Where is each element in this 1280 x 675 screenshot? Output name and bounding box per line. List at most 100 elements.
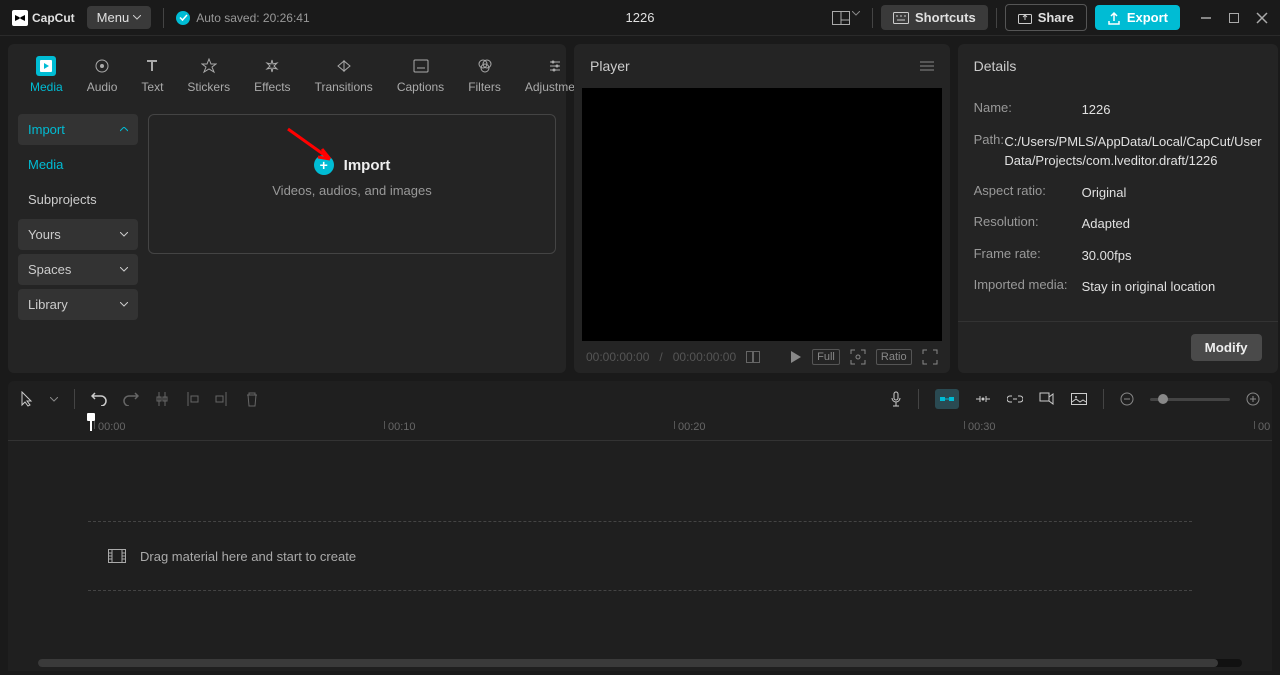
tool-dropdown[interactable] bbox=[50, 397, 58, 402]
zoom-slider-thumb[interactable] bbox=[1158, 394, 1168, 404]
tab-audio[interactable]: Audio bbox=[75, 52, 130, 104]
scale-button[interactable] bbox=[850, 349, 866, 365]
fullscreen-button[interactable] bbox=[922, 349, 938, 365]
full-button[interactable]: Full bbox=[812, 349, 840, 365]
split-icon bbox=[155, 391, 169, 407]
maximize-button[interactable] bbox=[1228, 12, 1240, 24]
tab-transitions[interactable]: Transitions bbox=[303, 52, 385, 104]
modify-button[interactable]: Modify bbox=[1191, 334, 1262, 361]
link-button[interactable] bbox=[1007, 394, 1023, 404]
player-viewport[interactable] bbox=[582, 88, 942, 341]
chevron-down-icon bbox=[50, 397, 58, 402]
trash-icon bbox=[245, 391, 259, 407]
tab-filters[interactable]: Filters bbox=[456, 52, 513, 104]
zoom-slider[interactable] bbox=[1150, 398, 1230, 401]
split-left-button[interactable] bbox=[185, 391, 199, 407]
cover-icon bbox=[1071, 393, 1087, 405]
label-framerate: Frame rate: bbox=[974, 246, 1082, 266]
chevron-down-icon bbox=[120, 267, 128, 272]
tab-media[interactable]: Media bbox=[18, 52, 75, 104]
capcut-icon bbox=[12, 10, 28, 26]
timeline-tracks[interactable]: Drag material here and start to create bbox=[8, 441, 1272, 653]
divider bbox=[163, 8, 164, 28]
playhead[interactable] bbox=[90, 417, 92, 431]
compare-button[interactable] bbox=[746, 351, 760, 363]
filters-icon bbox=[475, 56, 495, 76]
undo-button[interactable] bbox=[91, 392, 107, 406]
zoom-in-button[interactable] bbox=[1246, 392, 1260, 406]
sidebar-item-library[interactable]: Library bbox=[18, 289, 138, 320]
mic-button[interactable] bbox=[890, 391, 902, 407]
menu-button[interactable]: Menu bbox=[87, 6, 152, 29]
menu-lines-icon bbox=[920, 61, 934, 71]
chevron-up-icon bbox=[120, 127, 128, 132]
divider bbox=[1103, 389, 1104, 409]
cursor-icon bbox=[20, 391, 34, 407]
link-icon bbox=[1007, 394, 1023, 404]
value-path: C:/Users/PMLS/AppData/Local/CapCut/User … bbox=[1004, 132, 1261, 171]
split-button[interactable] bbox=[155, 391, 169, 407]
play-button[interactable] bbox=[790, 350, 802, 364]
split-left-icon bbox=[185, 391, 199, 407]
tab-effects[interactable]: Effects bbox=[242, 52, 302, 104]
share-button[interactable]: Share bbox=[1005, 4, 1087, 31]
sidebar-item-spaces[interactable]: Spaces bbox=[18, 254, 138, 285]
timecode-current: 00:00:00:00 bbox=[586, 350, 649, 364]
track-dropzone[interactable]: Drag material here and start to create bbox=[88, 521, 1192, 591]
sidebar-item-yours[interactable]: Yours bbox=[18, 219, 138, 250]
layout-icon bbox=[832, 11, 850, 25]
sidebar-item-subprojects[interactable]: Subprojects bbox=[18, 184, 138, 215]
autosave-status: Auto saved: 20:26:41 bbox=[176, 11, 309, 25]
plus-icon: + bbox=[314, 155, 334, 175]
project-title: 1226 bbox=[626, 10, 655, 25]
play-icon bbox=[790, 350, 802, 364]
label-name: Name: bbox=[974, 100, 1082, 120]
split-right-button[interactable] bbox=[215, 391, 229, 407]
export-button[interactable]: Export bbox=[1095, 5, 1180, 30]
sidebar-item-import[interactable]: Import bbox=[18, 114, 138, 145]
import-dropzone[interactable]: + Import Videos, audios, and images bbox=[148, 114, 556, 254]
cover-button[interactable] bbox=[1071, 393, 1087, 405]
preview-axis-button[interactable] bbox=[1039, 392, 1055, 406]
player-title: Player bbox=[590, 58, 630, 74]
tab-text[interactable]: Text bbox=[129, 52, 175, 104]
value-resolution: Adapted bbox=[1082, 214, 1262, 234]
chevron-down-icon bbox=[852, 11, 860, 16]
player-menu-icon[interactable] bbox=[920, 61, 934, 71]
timecode-separator: / bbox=[659, 350, 662, 364]
tab-stickers[interactable]: Stickers bbox=[175, 52, 242, 104]
auto-snap-button[interactable] bbox=[975, 393, 991, 405]
adjustment-icon bbox=[545, 56, 565, 76]
ruler-mark: 00:10 bbox=[388, 421, 416, 433]
media-icon bbox=[36, 56, 56, 76]
delete-button[interactable] bbox=[245, 391, 259, 407]
horizontal-scrollbar[interactable] bbox=[38, 659, 1242, 667]
split-right-icon bbox=[215, 391, 229, 407]
shortcuts-button[interactable]: Shortcuts bbox=[881, 5, 988, 30]
snap-icon bbox=[975, 393, 991, 405]
ratio-button[interactable]: Ratio bbox=[876, 349, 912, 365]
minimize-button[interactable] bbox=[1200, 12, 1212, 24]
sidebar-item-media[interactable]: Media bbox=[18, 149, 138, 180]
titlebar: CapCut Menu Auto saved: 20:26:41 1226 Sh… bbox=[0, 0, 1280, 36]
text-icon bbox=[142, 56, 162, 76]
layout-button[interactable] bbox=[828, 7, 864, 29]
export-icon bbox=[1107, 11, 1121, 25]
minimize-icon bbox=[1200, 12, 1212, 24]
undo-icon bbox=[91, 392, 107, 406]
captions-icon bbox=[411, 56, 431, 76]
import-title: Import bbox=[344, 157, 391, 174]
redo-button[interactable] bbox=[123, 392, 139, 406]
timeline-ruler[interactable]: 00:00 00:10 00:20 00:30 00 bbox=[8, 417, 1272, 441]
tab-captions[interactable]: Captions bbox=[385, 52, 456, 104]
keyboard-icon bbox=[893, 12, 909, 24]
magnet-button[interactable] bbox=[935, 389, 959, 409]
compare-icon bbox=[746, 351, 760, 363]
ruler-mark: 00 bbox=[1258, 421, 1270, 433]
scrollbar-thumb[interactable] bbox=[38, 659, 1218, 667]
selection-tool[interactable] bbox=[20, 391, 34, 407]
details-panel: Details Name:1226 Path:C:/Users/PMLS/App… bbox=[958, 44, 1278, 373]
close-button[interactable] bbox=[1256, 12, 1268, 24]
drop-hint: Drag material here and start to create bbox=[140, 549, 356, 564]
zoom-out-button[interactable] bbox=[1120, 392, 1134, 406]
